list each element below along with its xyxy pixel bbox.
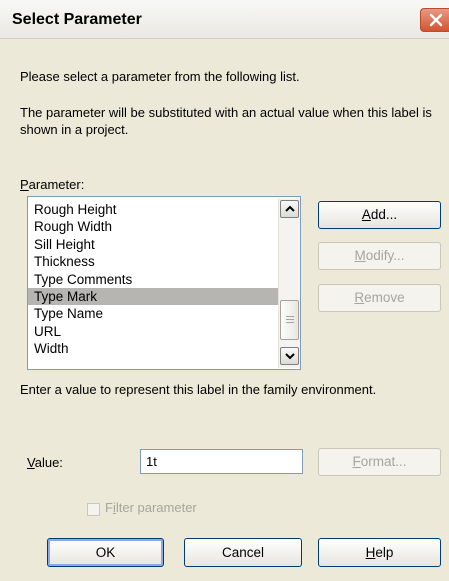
modify-button[interactable]: Modify... [318,242,441,270]
remove-mnemonic: R [354,290,365,305]
chevron-up-icon [285,205,295,212]
title-bar[interactable]: Select Parameter [0,0,449,39]
thumb-grip [286,316,294,317]
help-button[interactable]: Help [318,538,441,567]
help-label-rest: elp [375,545,394,560]
close-icon [429,13,443,27]
format-label-rest: ormat... [360,454,407,469]
substitution-note: The parameter will be substituted with a… [20,105,432,137]
parameter-label-rest: arameter: [28,177,85,192]
list-item[interactable]: Thickness [28,253,278,270]
cancel-button[interactable]: Cancel [184,538,302,567]
thumb-grip [286,322,294,323]
list-item[interactable]: URL [28,323,278,340]
value-label-rest: alue: [34,455,63,470]
list-item[interactable]: Rough Width [28,218,278,235]
list-item[interactable]: Type Name [28,305,278,322]
value-help-text: Enter a value to represent this label in… [20,382,377,397]
remove-label-rest: emove [364,290,405,305]
ok-button[interactable]: OK [47,538,164,567]
value-input[interactable] [140,449,303,474]
list-item[interactable]: Type Mark [28,287,278,306]
value-label: Value: [27,454,63,471]
value-mnemonic: V [27,455,35,470]
parameter-list-items: Rough Height Rough Width Sill Height Thickn… [28,201,278,358]
scroll-down-button[interactable] [280,347,299,365]
format-mnemonic: F [352,454,361,469]
select-parameter-dialog: Select Parameter Please select a paramet… [0,0,449,581]
add-mnemonic: A [361,207,371,222]
list-item[interactable]: Rough Height [28,201,278,218]
modify-label-rest: odify... [365,248,405,263]
parameter-label: Parameter: [20,176,84,193]
list-item[interactable]: Type Comments [28,271,278,288]
close-button[interactable] [420,8,449,32]
add-label-rest: dd... [370,207,398,222]
chevron-down-icon [285,353,295,360]
filter-mnemonic: i [112,500,116,515]
modify-mnemonic: M [354,248,366,263]
scroll-thumb[interactable] [280,300,299,340]
help-mnemonic: H [365,545,376,560]
filter-parameter-label: Filter parameter [105,500,197,515]
parameter-list-scrollbar[interactable] [278,198,300,368]
window-title: Select Parameter [12,11,142,28]
parameter-label-mnemonic: P [20,177,29,192]
remove-button[interactable]: Remove [318,284,441,312]
scroll-up-button[interactable] [280,200,299,218]
filter-parameter-checkbox[interactable] [87,503,100,516]
add-button[interactable]: Add... [318,201,441,229]
parameter-list[interactable]: Rough Height Rough Width Sill Height Thickn… [27,196,301,370]
list-item[interactable]: Width [28,340,278,357]
format-button[interactable]: Format... [318,448,441,476]
instruction-text: Please select a parameter from the follo… [20,69,300,84]
thumb-grip [286,319,294,320]
list-item[interactable]: Sill Height [28,236,278,253]
